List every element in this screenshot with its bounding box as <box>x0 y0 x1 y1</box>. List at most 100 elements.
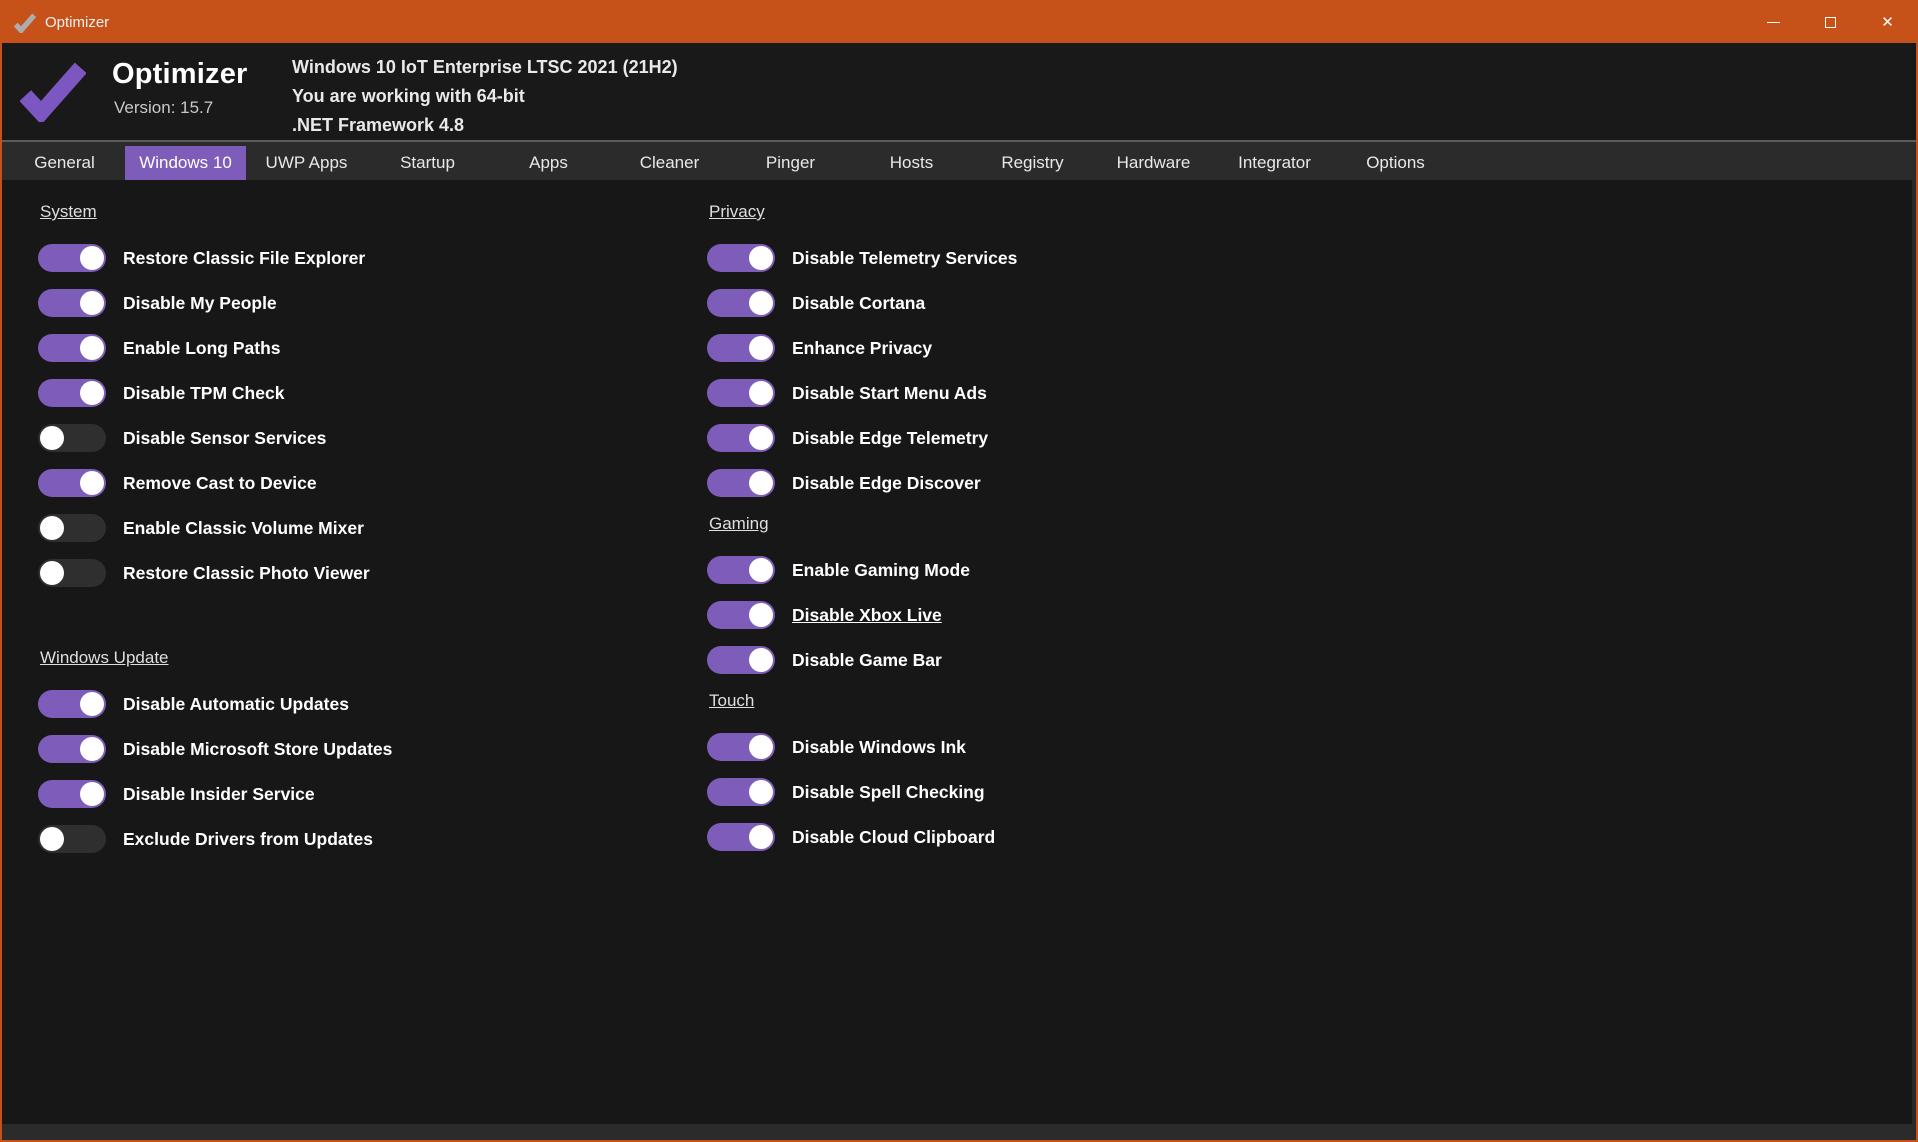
toggle-label-enhance-privacy: Enhance Privacy <box>792 338 932 359</box>
minimize-icon <box>1767 22 1780 23</box>
right-column: PrivacyDisable Telemetry ServicesDisable… <box>707 180 1017 868</box>
toggle-label-disable-telemetry-services: Disable Telemetry Services <box>792 248 1017 269</box>
toggle-label-disable-my-people: Disable My People <box>123 293 277 314</box>
toggle-label-disable-microsoft-store-updates: Disable Microsoft Store Updates <box>123 739 392 760</box>
toggle-row-disable-edge-telemetry: Disable Edge Telemetry <box>707 424 1017 452</box>
tab-hardware[interactable]: Hardware <box>1093 146 1214 180</box>
toggle-disable-telemetry-services[interactable] <box>707 244 775 272</box>
app-title-block: Optimizer Version: 15.7 <box>112 58 248 118</box>
section-touch: Touch Disable Windows Ink Disable Spell Ch… <box>707 691 1017 851</box>
toggle-disable-automatic-updates[interactable] <box>38 690 106 718</box>
tab-apps[interactable]: Apps <box>488 146 609 180</box>
toggle-knob <box>749 471 773 495</box>
toggle-knob <box>40 561 64 585</box>
tab-general[interactable]: General <box>4 146 125 180</box>
tab-integrator[interactable]: Integrator <box>1214 146 1335 180</box>
toggle-knob <box>80 246 104 270</box>
toggle-label-enable-long-paths: Enable Long Paths <box>123 338 281 359</box>
toggle-knob <box>80 471 104 495</box>
toggle-restore-classic-photo-viewer[interactable] <box>38 559 106 587</box>
toggle-row-disable-sensor-services: Disable Sensor Services <box>38 424 392 452</box>
tab-bar: GeneralWindows 10UWP AppsStartupAppsClea… <box>2 142 1916 180</box>
toggle-row-disable-windows-ink: Disable Windows Ink <box>707 733 1017 761</box>
toggle-row-enable-long-paths: Enable Long Paths <box>38 334 392 362</box>
toggle-exclude-drivers-from-updates[interactable] <box>38 825 106 853</box>
toggle-label-disable-cloud-clipboard: Disable Cloud Clipboard <box>792 827 995 848</box>
toggle-label-disable-windows-ink: Disable Windows Ink <box>792 737 966 758</box>
toggle-enable-long-paths[interactable] <box>38 334 106 362</box>
section-title-touch: Touch <box>709 691 1017 711</box>
toggle-label-disable-spell-checking: Disable Spell Checking <box>792 782 985 803</box>
toggle-knob <box>80 381 104 405</box>
toggle-row-disable-start-menu-ads: Disable Start Menu Ads <box>707 379 1017 407</box>
toggle-row-disable-edge-discover: Disable Edge Discover <box>707 469 1017 497</box>
system-info-arch: You are working with 64-bit <box>292 82 678 111</box>
toggle-disable-edge-discover[interactable] <box>707 469 775 497</box>
optimizer-window: Optimizer ✕ Optimizer Version: 15.7 Wind… <box>0 0 1918 1142</box>
toggle-disable-start-menu-ads[interactable] <box>707 379 775 407</box>
toggle-row-disable-my-people: Disable My People <box>38 289 392 317</box>
system-info: Windows 10 IoT Enterprise LTSC 2021 (21H… <box>292 53 678 140</box>
minimize-button[interactable] <box>1745 2 1802 43</box>
toggle-enable-classic-volume-mixer[interactable] <box>38 514 106 542</box>
toggle-disable-tpm-check[interactable] <box>38 379 106 407</box>
maximize-button[interactable] <box>1802 2 1859 43</box>
tab-windows-10[interactable]: Windows 10 <box>125 146 246 180</box>
toggle-row-remove-cast-to-device: Remove Cast to Device <box>38 469 392 497</box>
toggle-label-disable-cortana: Disable Cortana <box>792 293 925 314</box>
toggle-knob <box>80 782 104 806</box>
toggle-row-restore-classic-photo-viewer: Restore Classic Photo Viewer <box>38 559 392 587</box>
toggle-disable-game-bar[interactable] <box>707 646 775 674</box>
toggle-row-enhance-privacy: Enhance Privacy <box>707 334 1017 362</box>
toggle-label-disable-automatic-updates: Disable Automatic Updates <box>123 694 349 715</box>
tab-uwp-apps[interactable]: UWP Apps <box>246 146 367 180</box>
toggle-knob <box>749 381 773 405</box>
close-button[interactable]: ✕ <box>1859 2 1916 43</box>
toggle-restore-classic-file-explorer[interactable] <box>38 244 106 272</box>
toggle-disable-windows-ink[interactable] <box>707 733 775 761</box>
tab-registry[interactable]: Registry <box>972 146 1093 180</box>
tab-cleaner[interactable]: Cleaner <box>609 146 730 180</box>
toggle-disable-spell-checking[interactable] <box>707 778 775 806</box>
section-windows-update: Windows Update Disable Automatic Updates D… <box>38 648 392 853</box>
system-info-os: Windows 10 IoT Enterprise LTSC 2021 (21H… <box>292 53 678 82</box>
system-info-dotnet: .NET Framework 4.8 <box>292 111 678 140</box>
toggle-disable-my-people[interactable] <box>38 289 106 317</box>
toggle-disable-insider-service[interactable] <box>38 780 106 808</box>
toggle-row-disable-insider-service: Disable Insider Service <box>38 780 392 808</box>
toggle-knob <box>40 827 64 851</box>
section-title-windows-update: Windows Update <box>40 648 392 668</box>
toggle-enable-gaming-mode[interactable] <box>707 556 775 584</box>
toggle-row-exclude-drivers-from-updates: Exclude Drivers from Updates <box>38 825 392 853</box>
toggle-knob <box>80 692 104 716</box>
bottom-strip <box>2 1124 1916 1140</box>
toggle-label-disable-xbox-live: Disable Xbox Live <box>792 605 942 626</box>
tab-startup[interactable]: Startup <box>367 146 488 180</box>
toggle-disable-edge-telemetry[interactable] <box>707 424 775 452</box>
toggle-label-restore-classic-file-explorer: Restore Classic File Explorer <box>123 248 365 269</box>
toggle-knob <box>40 516 64 540</box>
toggle-disable-microsoft-store-updates[interactable] <box>38 735 106 763</box>
toggle-knob <box>749 735 773 759</box>
tab-pinger[interactable]: Pinger <box>730 146 851 180</box>
toggle-knob <box>40 426 64 450</box>
toggle-label-enable-classic-volume-mixer: Enable Classic Volume Mixer <box>123 518 364 539</box>
toggle-row-enable-classic-volume-mixer: Enable Classic Volume Mixer <box>38 514 392 542</box>
toggle-disable-sensor-services[interactable] <box>38 424 106 452</box>
tab-options[interactable]: Options <box>1335 146 1456 180</box>
toggle-remove-cast-to-device[interactable] <box>38 469 106 497</box>
app-header: Optimizer Version: 15.7 Windows 10 IoT E… <box>2 43 1916 140</box>
toggle-label-enable-gaming-mode: Enable Gaming Mode <box>792 560 970 581</box>
windows10-tab-page: SystemRestore Classic File ExplorerDisab… <box>2 180 1912 1124</box>
toggle-disable-cortana[interactable] <box>707 289 775 317</box>
toggle-knob <box>749 336 773 360</box>
toggle-knob <box>749 246 773 270</box>
tab-hosts[interactable]: Hosts <box>851 146 972 180</box>
toggle-row-disable-cortana: Disable Cortana <box>707 289 1017 317</box>
toggle-disable-xbox-live[interactable] <box>707 601 775 629</box>
toggle-label-disable-insider-service: Disable Insider Service <box>123 784 315 805</box>
toggle-knob <box>749 426 773 450</box>
toggle-knob <box>749 648 773 672</box>
toggle-enhance-privacy[interactable] <box>707 334 775 362</box>
toggle-disable-cloud-clipboard[interactable] <box>707 823 775 851</box>
